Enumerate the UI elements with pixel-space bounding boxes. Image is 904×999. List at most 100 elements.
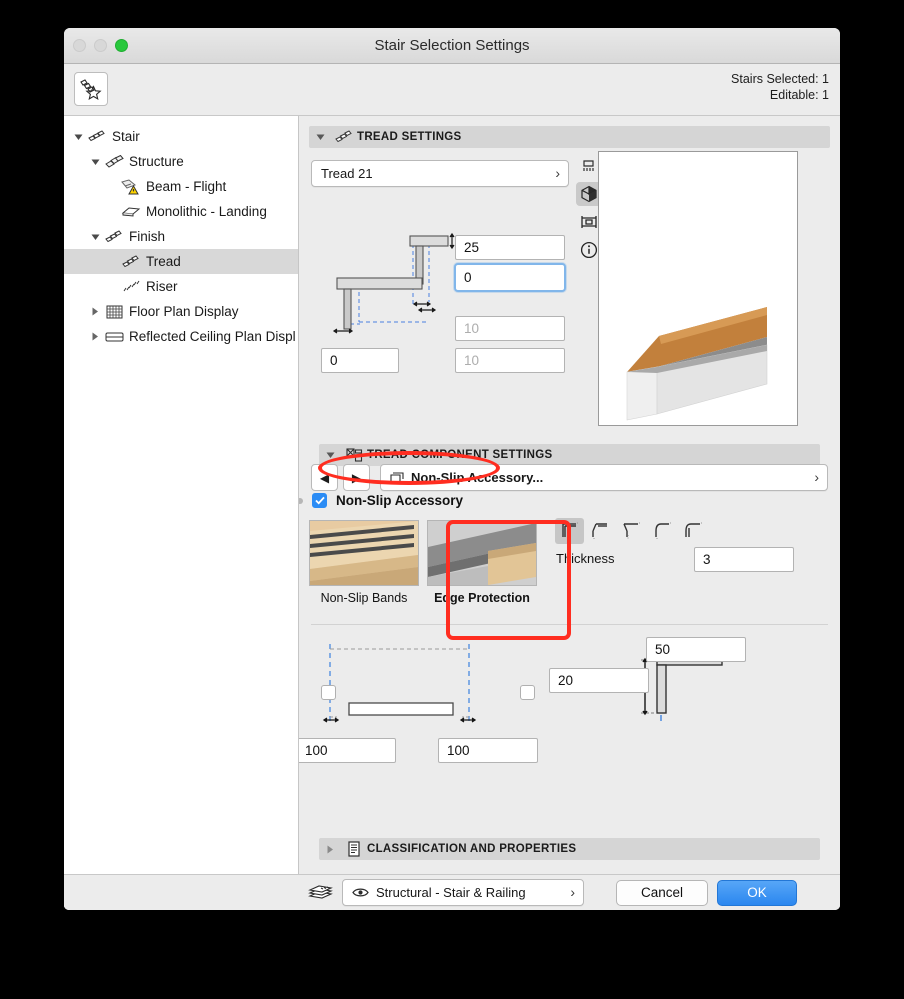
- non-slip-bands-option[interactable]: Non-Slip Bands: [309, 520, 419, 605]
- tread-selector-value: Tread 21: [321, 166, 373, 181]
- chevron-right-icon[interactable]: [87, 332, 103, 341]
- bullnose-corner-profile-icon[interactable]: [679, 518, 708, 544]
- chevron-down-icon[interactable]: [309, 133, 331, 141]
- tree-item-structure[interactable]: Structure: [64, 149, 298, 174]
- accessory-right-width-field[interactable]: 100: [438, 738, 538, 763]
- tread-overhang-field[interactable]: 0: [321, 348, 399, 373]
- tread-component-settings-title: TREAD COMPONENT SETTINGS: [367, 449, 553, 461]
- tree-item-floor-plan-display[interactable]: Floor Plan Display: [64, 299, 298, 324]
- tree-item-label: Structure: [129, 154, 184, 169]
- tread-3d-preview[interactable]: [598, 151, 798, 426]
- accessory-plan-diagram: [322, 644, 477, 723]
- chevron-down-icon[interactable]: [87, 158, 103, 166]
- tread-selector-dropdown[interactable]: Tread 21 ›: [311, 160, 569, 187]
- stair-favorite-icon: [80, 79, 102, 101]
- tree-item-monolithic-landing[interactable]: Monolithic - Landing: [64, 199, 298, 224]
- tree-item-riser[interactable]: Riser: [64, 274, 298, 299]
- tree-item-beam-flight[interactable]: Beam - Flight: [64, 174, 298, 199]
- non-slip-accessory-label: Non-Slip Accessory: [336, 493, 464, 508]
- tree-item-label: Finish: [129, 229, 166, 244]
- layer-selector-dropdown[interactable]: Structural - Stair & Railing ›: [342, 879, 584, 906]
- chevron-down-icon[interactable]: [319, 451, 341, 459]
- ok-button[interactable]: OK: [717, 879, 797, 906]
- square-corner-profile-icon[interactable]: [555, 518, 584, 544]
- accessory-row: Non-Slip Accessory: [299, 493, 463, 508]
- section-divider: [311, 624, 828, 625]
- thickness-field[interactable]: 3: [694, 547, 794, 572]
- tread-nosing-field-disabled-1[interactable]: 10: [455, 316, 565, 341]
- editable-text: Editable: 1: [769, 88, 829, 102]
- tread-section-diagram: [332, 232, 455, 334]
- tree-item-label: Reflected Ceiling Plan Displ: [129, 329, 296, 344]
- settings-content-panel: TREAD SETTINGS Tread 21 › 25 0 10 10 0 T…: [299, 116, 840, 910]
- dialog-footer: Structural - Stair & Railing › Cancel OK: [64, 874, 840, 910]
- floorplan-icon: [103, 305, 125, 319]
- accessory-left-width-field[interactable]: 100: [299, 738, 396, 763]
- favorites-button[interactable]: [74, 72, 108, 106]
- tread-icon: [120, 254, 142, 269]
- layers-stack-icon[interactable]: [308, 883, 334, 903]
- tree-item-stair[interactable]: Stair: [64, 124, 298, 149]
- stair-selection-settings-window: Stair Selection Settings Stairs Selected…: [64, 28, 840, 910]
- finish-icon: [103, 229, 125, 244]
- tree-item-label: Beam - Flight: [146, 179, 227, 194]
- left-align-checkbox[interactable]: [321, 685, 336, 700]
- beam-warning-icon: [120, 178, 142, 195]
- classification-title: CLASSIFICATION AND PROPERTIES: [367, 843, 577, 855]
- title-bar: Stair Selection Settings: [64, 28, 840, 64]
- next-arrow-icon: ▶: [351, 470, 362, 485]
- riser-icon: [120, 280, 142, 294]
- angled-corner-profile-icon[interactable]: [617, 518, 646, 544]
- thickness-label: Thickness: [556, 551, 615, 566]
- cancel-button[interactable]: Cancel: [616, 879, 708, 906]
- chevron-right-icon[interactable]: [87, 307, 103, 316]
- edge-protection-label: Edge Protection: [434, 591, 530, 605]
- settings-tree: Stair Structure Beam - Flight Monolithic - …: [64, 116, 298, 349]
- chevron-right-icon: ›: [570, 884, 575, 900]
- tread-settings-header[interactable]: TREAD SETTINGS: [309, 126, 830, 148]
- non-slip-bands-thumbnail[interactable]: [309, 520, 419, 586]
- window-title: Stair Selection Settings: [374, 37, 530, 54]
- tread-thickness-field[interactable]: 25: [455, 235, 565, 260]
- drag-handle-dot[interactable]: [299, 497, 303, 504]
- chevron-down-icon[interactable]: [70, 133, 86, 141]
- rcp-icon: [103, 331, 125, 343]
- tree-item-label: Monolithic - Landing: [146, 204, 267, 219]
- accessory-height-field[interactable]: 20: [549, 668, 649, 693]
- accessory-leg-length-field[interactable]: 50: [646, 637, 746, 662]
- tree-item-label: Tread: [146, 254, 181, 269]
- round-corner-profile-icon[interactable]: [648, 518, 677, 544]
- classification-header[interactable]: CLASSIFICATION AND PROPERTIES: [319, 838, 820, 860]
- chamfer-corner-profile-icon[interactable]: [586, 518, 615, 544]
- monolithic-icon: [120, 205, 142, 218]
- edge-protection-option[interactable]: Edge Protection: [427, 520, 537, 605]
- tread-offset-field[interactable]: 0: [454, 263, 566, 292]
- component-icon: [341, 447, 367, 463]
- non-slip-bands-label: Non-Slip Bands: [320, 591, 408, 605]
- tread-component-settings-header[interactable]: TREAD COMPONENT SETTINGS: [319, 444, 820, 466]
- previous-arrow-icon: ◀: [319, 470, 330, 485]
- right-align-checkbox[interactable]: [520, 685, 535, 700]
- tree-item-reflected-ceiling-plan-displ[interactable]: Reflected Ceiling Plan Displ: [64, 324, 298, 349]
- selection-info: Stairs Selected: 1 Editable: 1: [731, 71, 829, 103]
- tread-icon: [331, 129, 357, 145]
- eye-icon: [352, 887, 369, 898]
- component-thumb-icon: [390, 471, 405, 484]
- next-component-button[interactable]: ▶: [343, 464, 370, 491]
- edge-protection-thumbnail[interactable]: [427, 520, 537, 586]
- tree-item-finish[interactable]: Finish: [64, 224, 298, 249]
- previous-component-button[interactable]: ◀: [311, 464, 338, 491]
- structure-icon: [103, 154, 125, 169]
- layer-value: Structural - Stair & Railing: [376, 885, 526, 900]
- profile-options: [555, 518, 708, 544]
- chevron-down-icon[interactable]: [87, 233, 103, 241]
- tread-nosing-field-disabled-2[interactable]: 10: [455, 348, 565, 373]
- stair-icon: [86, 129, 108, 144]
- tree-item-tread[interactable]: Tread: [64, 249, 298, 274]
- chevron-right-icon[interactable]: [319, 845, 341, 854]
- non-slip-accessory-checkbox[interactable]: [312, 493, 327, 508]
- properties-icon: [341, 841, 367, 857]
- accessory-thumbnails: Non-Slip Bands Edge Protection: [309, 520, 537, 605]
- component-selector-dropdown[interactable]: Non-Slip Accessory... ›: [380, 464, 828, 491]
- component-selector-value: Non-Slip Accessory...: [411, 470, 544, 485]
